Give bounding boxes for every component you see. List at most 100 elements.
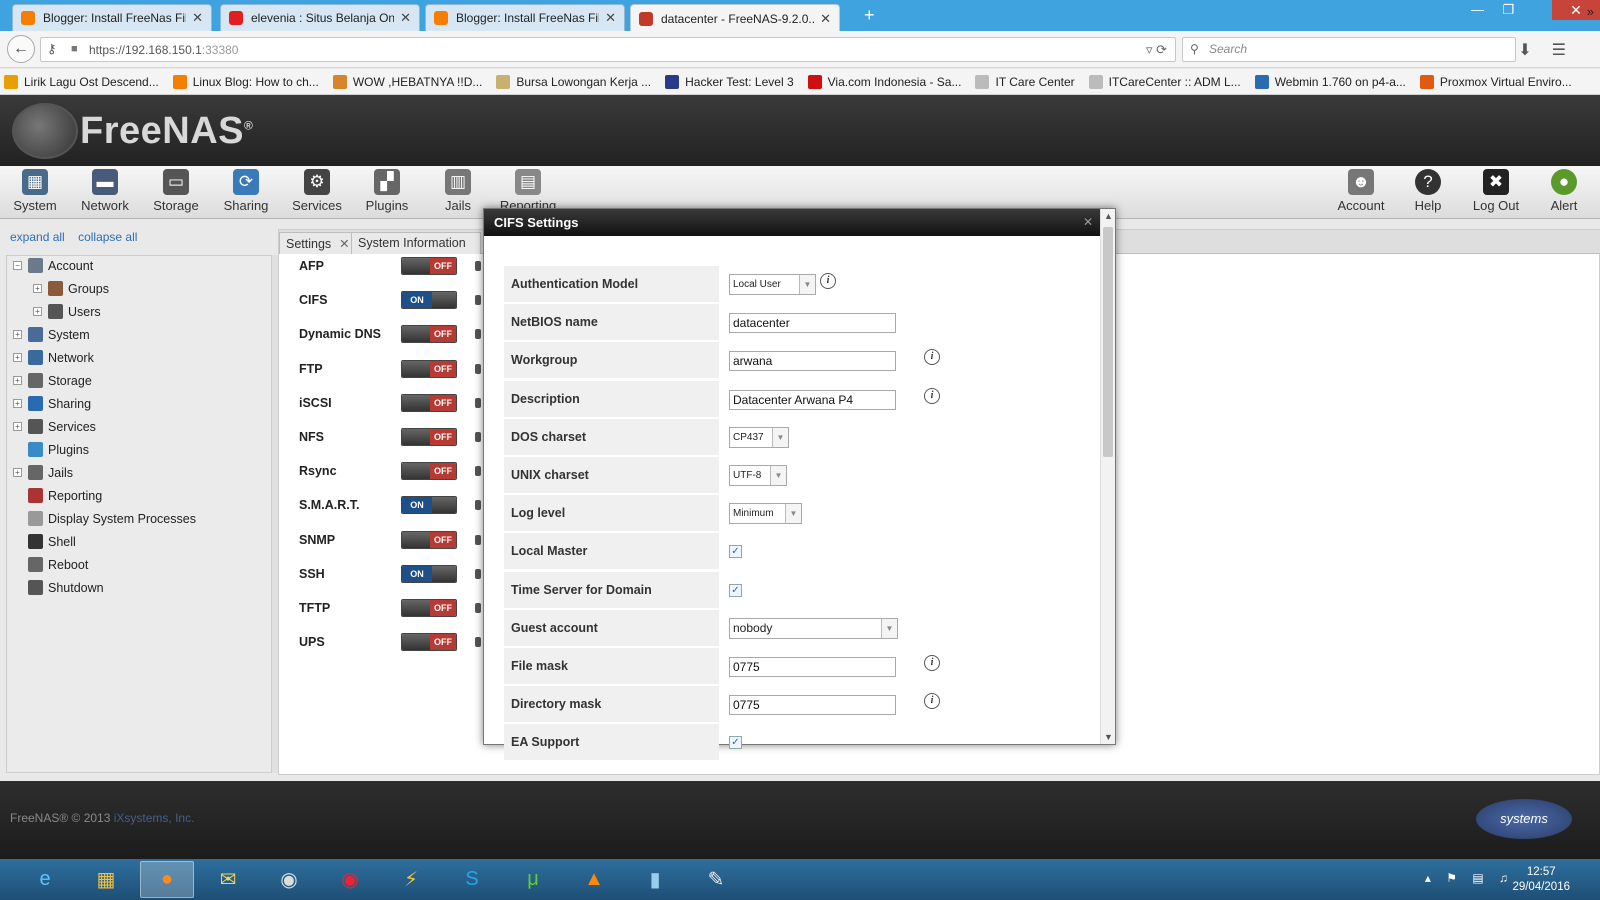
app-red-icon[interactable]: ◉ xyxy=(323,861,377,898)
paint-icon[interactable]: ✎ xyxy=(689,861,743,898)
toolbar-jails-button[interactable]: ▥ Jails xyxy=(424,169,492,213)
wrench-icon[interactable] xyxy=(475,568,481,579)
wrench-icon[interactable] xyxy=(475,397,481,408)
toolbar-plugins-button[interactable]: ▞ Plugins xyxy=(353,169,421,213)
wrench-icon[interactable] xyxy=(475,432,481,442)
chevron-down-icon[interactable]: ▼ xyxy=(799,275,815,294)
ea-support-checkbox[interactable]: ✓ xyxy=(729,736,742,750)
tree-item-jails[interactable]: + Jails xyxy=(13,465,73,480)
toolbar-help-button[interactable]: ? Help xyxy=(1394,169,1462,213)
tree-expander-icon[interactable]: + xyxy=(13,468,22,477)
tree-item-network[interactable]: + Network xyxy=(13,350,94,365)
tab-close-icon[interactable]: ✕ xyxy=(605,10,616,26)
wrench-icon[interactable] xyxy=(475,295,481,306)
tree-item-plugins[interactable]: Plugins xyxy=(13,442,89,457)
unix-charset-select[interactable]: UTF-8 ▼ xyxy=(729,465,787,486)
chevron-down-icon[interactable]: ▼ xyxy=(785,504,801,524)
tree-expander-icon[interactable]: + xyxy=(13,422,22,431)
wrench-icon[interactable] xyxy=(475,500,481,511)
close-icon[interactable]: ✕ xyxy=(339,237,349,251)
chevron-down-icon[interactable]: ▼ xyxy=(770,466,786,485)
guest-account-select[interactable]: nobody ▼ xyxy=(729,617,898,639)
toolbar-account-button[interactable]: ☻ Account xyxy=(1327,169,1395,213)
bookmark-item[interactable]: IT Care Center xyxy=(975,74,1075,89)
firefox-icon[interactable]: ● xyxy=(140,861,194,898)
restore-icon[interactable]: ❐ xyxy=(1502,2,1514,18)
app-globe-icon[interactable]: ◉ xyxy=(262,861,316,898)
bookmark-item[interactable]: ITCareCenter :: ADM L... xyxy=(1088,74,1241,89)
service-toggle-nfs[interactable]: OFF xyxy=(401,428,457,446)
service-toggle-cifs[interactable]: ON xyxy=(401,291,457,310)
tree-item-groups[interactable]: + Groups xyxy=(33,281,109,296)
system-tray-icons[interactable]: ▴ ⚑ ▤ ♫ xyxy=(1425,871,1514,885)
new-tab-button[interactable]: + xyxy=(864,5,875,26)
tree-expander-icon[interactable]: + xyxy=(13,330,22,339)
search-input[interactable]: ⚲ Search xyxy=(1182,37,1516,62)
bookmark-item[interactable]: Hacker Test: Level 3 xyxy=(665,74,794,89)
toolbar-log-out-button[interactable]: ✖ Log Out xyxy=(1462,169,1530,213)
service-toggle-dynamicdns[interactable]: OFF xyxy=(401,325,457,344)
wrench-icon[interactable] xyxy=(475,261,481,271)
toolbar-system-button[interactable]: ▦ System xyxy=(1,169,69,213)
netbios-name-input[interactable]: datacenter xyxy=(729,313,896,334)
time-server-for-domain-checkbox[interactable]: ✓ xyxy=(729,583,742,597)
bookmarks-more-icon[interactable]: » xyxy=(1587,4,1594,19)
tree-item-shell[interactable]: Shell xyxy=(13,534,76,549)
scroll-down-icon[interactable]: ▼ xyxy=(1104,732,1113,742)
wrench-icon[interactable] xyxy=(475,534,481,545)
scroll-thumb[interactable] xyxy=(1103,227,1113,457)
tab-settings[interactable]: Settings ✕ xyxy=(279,232,357,254)
tab-system-information[interactable]: System Information xyxy=(351,232,481,254)
tree-expander-icon[interactable]: + xyxy=(33,307,42,316)
chevron-down-icon[interactable]: ▼ xyxy=(772,427,788,447)
wrench-icon[interactable] xyxy=(475,603,481,613)
company-link[interactable]: iXsystems, Inc. xyxy=(114,811,195,825)
bookmark-item[interactable]: Lirik Lagu Ost Descend... xyxy=(4,74,159,89)
service-toggle-ssh[interactable]: ON xyxy=(401,564,457,583)
service-toggle-ftp[interactable]: OFF xyxy=(401,359,457,378)
authentication-model-select[interactable]: Local User ▼ xyxy=(729,274,816,295)
workgroup-input[interactable]: arwana xyxy=(729,351,896,372)
log-level-select[interactable]: Minimum ▼ xyxy=(729,503,802,525)
toolbar-sharing-button[interactable]: ⟳ Sharing xyxy=(212,169,280,213)
toolbar-alert-button[interactable]: ● Alert xyxy=(1530,169,1598,213)
browser-tab[interactable]: Blogger: Install FreeNas Fil... ✕ xyxy=(425,4,625,31)
toolbar-storage-button[interactable]: ▭ Storage xyxy=(142,169,210,213)
tree-item-account[interactable]: − Account xyxy=(13,258,93,273)
tree-expander-icon[interactable]: + xyxy=(33,284,42,293)
skype-icon[interactable]: S xyxy=(445,861,499,898)
browser-tab[interactable]: Blogger: Install FreeNas Fil... ✕ xyxy=(12,4,212,31)
nero-icon[interactable]: ▲ xyxy=(567,861,621,898)
file-mask-input[interactable]: 0775 xyxy=(729,657,896,677)
directory-mask-input[interactable]: 0775 xyxy=(729,695,896,716)
tab-close-icon[interactable]: ✕ xyxy=(820,11,831,27)
chevron-down-icon[interactable]: ▼ xyxy=(881,618,897,638)
tree-item-system[interactable]: + System xyxy=(13,327,90,342)
tree-item-users[interactable]: + Users xyxy=(33,304,101,319)
tree-item-storage[interactable]: + Storage xyxy=(13,373,92,388)
dialog-close-icon[interactable]: ✕ xyxy=(1083,209,1093,236)
app-box-icon[interactable]: ▮ xyxy=(628,861,682,898)
browser-tab[interactable]: datacenter - FreeNAS-9.2.0... ✕ xyxy=(630,4,840,32)
service-toggle-snmp[interactable]: OFF xyxy=(401,530,457,549)
bookmark-item[interactable]: Linux Blog: How to ch... xyxy=(172,74,319,89)
tree-expander-icon[interactable]: + xyxy=(13,353,22,362)
tree-item-services[interactable]: + Services xyxy=(13,419,96,434)
service-toggle-tftp[interactable]: OFF xyxy=(401,599,457,617)
minimize-icon[interactable]: — xyxy=(1471,2,1484,17)
service-toggle-ups[interactable]: OFF xyxy=(401,633,457,652)
tree-item-sharing[interactable]: + Sharing xyxy=(13,396,91,411)
scroll-up-icon[interactable]: ▲ xyxy=(1104,211,1113,221)
info-icon[interactable]: i xyxy=(820,273,836,289)
tree-item-reboot[interactable]: Reboot xyxy=(13,557,88,572)
file-explorer-icon[interactable]: ▦ xyxy=(79,861,133,898)
expand-all-link[interactable]: expand all xyxy=(10,230,65,244)
tree-expander-icon[interactable]: − xyxy=(13,261,22,270)
wrench-icon[interactable] xyxy=(475,637,481,648)
browser-tab[interactable]: elevenia : Situs Belanja Onli... ✕ xyxy=(220,4,420,31)
toolbar-network-button[interactable]: ▬ Network xyxy=(71,169,139,213)
service-toggle-smart[interactable]: ON xyxy=(401,496,457,515)
toolbar-reporting-button[interactable]: ▤ Reporting xyxy=(494,169,562,213)
wrench-icon[interactable] xyxy=(475,363,481,374)
bookmark-item[interactable]: Bursa Lowongan Kerja ... xyxy=(496,74,651,89)
